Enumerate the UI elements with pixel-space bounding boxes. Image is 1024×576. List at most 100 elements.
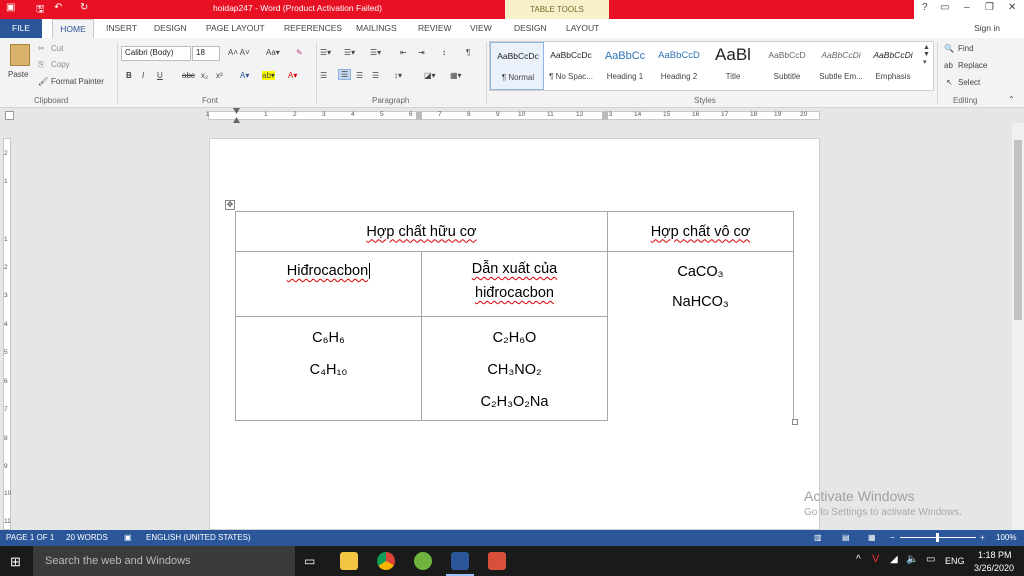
select-button[interactable]: Select bbox=[958, 78, 980, 87]
table-move-handle-icon[interactable]: ✥ bbox=[225, 200, 235, 210]
column-marker[interactable] bbox=[416, 112, 422, 120]
style-emphasis[interactable]: AaBbCcDi Emphasis bbox=[866, 42, 920, 90]
style-normal[interactable]: AaBbCcDc ¶ Normal bbox=[490, 42, 544, 90]
app-icon[interactable] bbox=[488, 552, 506, 570]
paste-icon[interactable] bbox=[10, 44, 30, 66]
change-case-icon[interactable]: Aa▾ bbox=[266, 48, 280, 57]
underline-button[interactable]: U bbox=[157, 71, 163, 80]
grow-font-icon[interactable]: A˄ A˅ bbox=[228, 48, 250, 57]
find-button[interactable]: Find bbox=[958, 44, 974, 53]
highlight-color-icon[interactable]: ab▾ bbox=[262, 71, 275, 80]
print-layout-icon[interactable]: ▤ bbox=[842, 533, 850, 542]
close-button[interactable]: ✕ bbox=[1008, 2, 1016, 13]
cut-button[interactable]: Cut bbox=[51, 44, 63, 53]
style-subtle-emphasis[interactable]: AaBbCcDi Subtle Em... bbox=[814, 42, 868, 90]
decrease-indent-icon[interactable]: ⇤ bbox=[400, 48, 407, 57]
message-icon[interactable]: ▭ bbox=[926, 554, 935, 565]
chrome-icon[interactable] bbox=[377, 552, 395, 570]
page-count[interactable]: PAGE 1 OF 1 bbox=[6, 533, 54, 542]
bold-button[interactable]: B bbox=[126, 71, 132, 80]
sign-in-link[interactable]: Sign in bbox=[974, 23, 1000, 33]
network-icon[interactable]: ◢ bbox=[890, 554, 898, 565]
replace-button[interactable]: Replace bbox=[958, 61, 987, 70]
table-header-inorganic[interactable]: Hợp chất vô cơ bbox=[607, 211, 794, 252]
style-no-spacing[interactable]: AaBbCcDc ¶ No Spac... bbox=[544, 42, 598, 90]
font-name-dropdown[interactable]: Calibri (Body) bbox=[121, 46, 191, 61]
proofing-icon[interactable]: ▣ bbox=[124, 533, 132, 542]
style-title[interactable]: AaBl Title bbox=[706, 42, 760, 90]
tab-file[interactable]: FILE bbox=[0, 19, 42, 38]
clock-time[interactable]: 1:18 PM bbox=[978, 550, 1012, 560]
subscript-button[interactable]: x₂ bbox=[201, 71, 208, 80]
file-explorer-icon[interactable] bbox=[340, 552, 358, 570]
antivirus-tray-icon[interactable]: V bbox=[872, 553, 879, 565]
collapse-ribbon-icon[interactable]: ⌃ bbox=[1008, 95, 1015, 104]
undo-icon[interactable]: ↶ bbox=[54, 2, 62, 13]
clear-formatting-icon[interactable]: ✎ bbox=[296, 48, 303, 57]
tab-home[interactable]: HOME bbox=[52, 19, 94, 38]
style-heading-2[interactable]: AaBbCcD Heading 2 bbox=[652, 42, 706, 90]
style-subtitle[interactable]: AaBbCcD Subtitle bbox=[760, 42, 814, 90]
style-heading-1[interactable]: AaBbCc Heading 1 bbox=[598, 42, 652, 90]
cell-inorganic-compounds[interactable]: CaCO₃ NaHCO₃ bbox=[607, 251, 794, 421]
tab-references[interactable]: REFERENCES bbox=[284, 23, 342, 33]
strikethrough-button[interactable]: abc bbox=[182, 71, 195, 80]
sort-icon[interactable]: ↕ bbox=[442, 48, 446, 57]
shading-icon[interactable]: ◪▾ bbox=[424, 71, 436, 80]
word-count[interactable]: 20 WORDS bbox=[66, 533, 108, 542]
taskbar-search-box[interactable]: Search the web and Windows bbox=[33, 546, 295, 576]
restore-button[interactable]: ❐ bbox=[985, 2, 994, 13]
format-painter-button[interactable]: Format Painter bbox=[51, 77, 104, 86]
word-taskbar-icon[interactable] bbox=[451, 552, 469, 570]
text-effects-icon[interactable]: A▾ bbox=[240, 71, 249, 80]
tab-view[interactable]: VIEW bbox=[470, 23, 492, 33]
web-layout-icon[interactable]: ▦ bbox=[868, 533, 876, 542]
tab-table-design[interactable]: DESIGN bbox=[514, 23, 547, 33]
show-hidden-icons[interactable]: ^ bbox=[856, 554, 861, 565]
cell-hydrocarbon[interactable]: Hiđrocacbon bbox=[235, 251, 422, 317]
increase-indent-icon[interactable]: ⇥ bbox=[418, 48, 425, 57]
task-view-icon[interactable]: ▭ bbox=[304, 554, 315, 568]
zoom-level[interactable]: 100% bbox=[996, 533, 1016, 542]
cell-derivative-compounds[interactable]: C₂H₆O CH₃NO₂ C₂H₃O₂Na bbox=[421, 316, 608, 421]
language-status[interactable]: ENGLISH (UNITED STATES) bbox=[146, 533, 251, 542]
redo-icon[interactable]: ↻ bbox=[80, 2, 88, 13]
input-language[interactable]: ENG bbox=[945, 556, 965, 566]
zoom-slider-thumb[interactable] bbox=[936, 533, 939, 542]
minimize-button[interactable]: – bbox=[964, 2, 970, 13]
show-formatting-marks-icon[interactable]: ¶ bbox=[466, 48, 470, 57]
column-marker[interactable] bbox=[602, 112, 608, 120]
paste-button[interactable]: Paste bbox=[8, 70, 28, 79]
save-icon[interactable]: 🖫 bbox=[36, 2, 45, 19]
borders-icon[interactable]: ▦▾ bbox=[450, 71, 462, 80]
scrollbar-thumb[interactable] bbox=[1014, 140, 1022, 320]
help-button[interactable]: ? bbox=[922, 2, 928, 13]
multilevel-list-icon[interactable]: ☰▾ bbox=[370, 48, 381, 57]
volume-icon[interactable]: 🔈 bbox=[906, 554, 918, 565]
font-size-dropdown[interactable]: 18 bbox=[192, 46, 220, 61]
align-center-icon[interactable]: ☰ bbox=[338, 69, 352, 80]
tab-page-layout[interactable]: PAGE LAYOUT bbox=[206, 23, 265, 33]
zoom-out-icon[interactable]: − bbox=[890, 533, 895, 542]
ribbon-display-options-icon[interactable]: ▭ bbox=[940, 2, 949, 13]
cell-derivative[interactable]: Dẫn xuất của hiđrocacbon bbox=[421, 251, 608, 317]
copy-button[interactable]: Copy bbox=[51, 60, 70, 69]
clock-date[interactable]: 3/26/2020 bbox=[974, 563, 1014, 573]
tab-selector-icon[interactable] bbox=[5, 111, 14, 120]
italic-button[interactable]: I bbox=[142, 71, 144, 80]
justify-icon[interactable]: ☰ bbox=[372, 71, 379, 80]
superscript-button[interactable]: x² bbox=[216, 71, 223, 80]
tab-design[interactable]: DESIGN bbox=[154, 23, 187, 33]
windows-start-icon[interactable]: ⊞ bbox=[10, 554, 21, 570]
styles-scroll-icon[interactable]: ▲ ▼ ▾ bbox=[923, 44, 930, 66]
line-spacing-icon[interactable]: ↕▾ bbox=[394, 71, 402, 80]
tab-table-layout[interactable]: LAYOUT bbox=[566, 23, 599, 33]
align-right-icon[interactable]: ☰ bbox=[356, 71, 363, 80]
tab-insert[interactable]: INSERT bbox=[106, 23, 137, 33]
read-mode-icon[interactable]: ▥ bbox=[814, 533, 822, 542]
bullets-icon[interactable]: ☰▾ bbox=[320, 48, 331, 57]
tab-review[interactable]: REVIEW bbox=[418, 23, 452, 33]
font-color-icon[interactable]: A▾ bbox=[288, 71, 297, 80]
tab-mailings[interactable]: MAILINGS bbox=[356, 23, 397, 33]
cell-hydrocarbon-compounds[interactable]: C₆H₆ C₄H₁₀ bbox=[235, 316, 422, 421]
